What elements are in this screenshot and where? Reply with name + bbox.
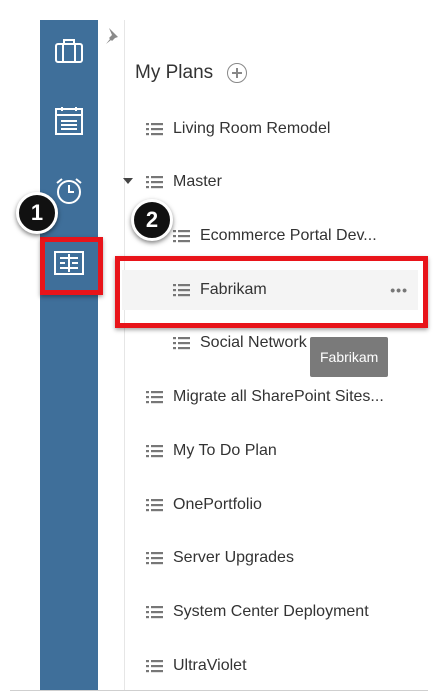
plan-item[interactable]: UltraViolet bbox=[146, 646, 247, 686]
plan-label: Server Upgrades bbox=[173, 549, 294, 566]
list-icon bbox=[146, 123, 163, 136]
highlight-box-plan bbox=[115, 256, 428, 328]
plan-item[interactable]: My To Do Plan bbox=[146, 431, 277, 471]
list-icon bbox=[146, 445, 163, 458]
add-icon[interactable] bbox=[227, 63, 248, 83]
plan-item[interactable]: Ecommerce Portal Dev... bbox=[173, 216, 377, 256]
list-icon bbox=[146, 176, 163, 189]
plan-label: Social Network bbox=[200, 334, 307, 351]
plan-item[interactable]: Server Upgrades bbox=[146, 538, 294, 578]
plan-item[interactable]: Migrate all SharePoint Sites... bbox=[146, 377, 384, 417]
tooltip: Fabrikam bbox=[310, 337, 389, 377]
plan-label: My To Do Plan bbox=[173, 442, 277, 459]
plan-item[interactable]: Living Room Remodel bbox=[146, 109, 330, 149]
plan-label: System Center Deployment bbox=[173, 603, 369, 620]
highlight-box-nav bbox=[40, 237, 103, 295]
left-nav-rail bbox=[40, 20, 98, 690]
briefcase-icon[interactable] bbox=[48, 30, 90, 72]
list-icon bbox=[146, 552, 163, 565]
list-icon bbox=[146, 499, 163, 512]
page-title: My Plans bbox=[135, 62, 214, 83]
list-icon bbox=[146, 660, 163, 673]
caret-down-icon[interactable] bbox=[123, 178, 133, 184]
callout-marker-2: 2 bbox=[131, 199, 173, 241]
calendar-icon[interactable] bbox=[48, 100, 90, 142]
callout-marker-1: 1 bbox=[16, 192, 58, 234]
list-icon bbox=[146, 606, 163, 619]
plan-label: Ecommerce Portal Dev... bbox=[200, 227, 377, 244]
plan-item[interactable]: System Center Deployment bbox=[146, 592, 369, 632]
plan-item[interactable]: Master bbox=[146, 162, 222, 202]
plans-header: My Plans bbox=[135, 62, 248, 84]
plan-label: OnePortfolio bbox=[173, 496, 262, 513]
list-icon bbox=[146, 391, 163, 404]
pin-icon[interactable] bbox=[102, 26, 120, 44]
plan-item[interactable]: OnePortfolio bbox=[146, 485, 262, 525]
plan-label: UltraViolet bbox=[173, 657, 247, 674]
list-icon bbox=[173, 230, 190, 243]
list-icon bbox=[173, 337, 190, 350]
plan-label: Living Room Remodel bbox=[173, 120, 331, 137]
plan-item[interactable]: Social Network bbox=[173, 323, 307, 363]
pin-column bbox=[98, 20, 125, 690]
plan-label: Master bbox=[173, 173, 222, 190]
plan-label: Migrate all SharePoint Sites... bbox=[173, 388, 384, 405]
